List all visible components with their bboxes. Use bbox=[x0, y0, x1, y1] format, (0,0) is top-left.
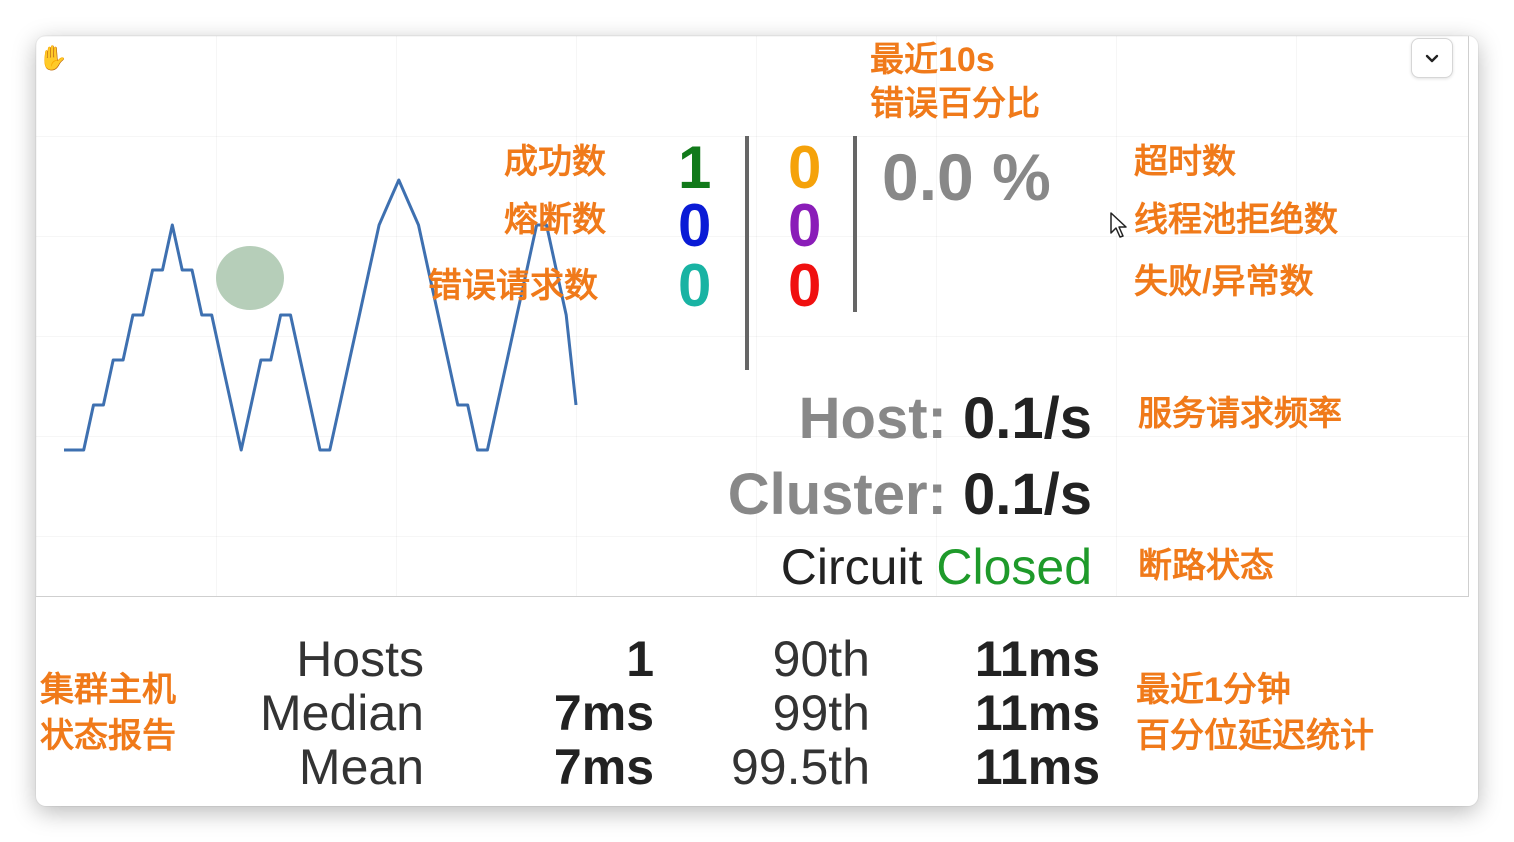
failure-count: 0 bbox=[788, 252, 822, 319]
hystrix-dashboard-window: ✋ 最近10s 错误百分比 成功数 熔断数 错误请求数 1 0 0 0 0 0 … bbox=[36, 36, 1478, 806]
bad-request-count: 0 bbox=[678, 252, 712, 319]
circuit-label: Circuit bbox=[780, 539, 923, 595]
hosts-report-annotation-line2: 状态报告 bbox=[40, 717, 176, 755]
stat-label-right-0: 90th bbox=[772, 631, 870, 687]
cluster-rate-value: 0.1/s bbox=[963, 462, 1092, 527]
rejected-count-annotation: 线程池拒绝数 bbox=[1134, 201, 1338, 239]
arrow-cursor-icon bbox=[1110, 212, 1127, 238]
stat-value-left-1: 7ms bbox=[553, 685, 654, 741]
circuit-state-value: Closed bbox=[936, 539, 1092, 595]
stat-label-right-2: 99.5th bbox=[730, 739, 870, 795]
rejected-count: 0 bbox=[788, 192, 822, 259]
stat-label-right-1: 99th bbox=[772, 685, 870, 741]
error-percentage-value: 0.0 % bbox=[882, 140, 1051, 214]
failure-count-annotation: 失败/异常数 bbox=[1134, 263, 1314, 301]
error-percentage-annotation-line2: 错误百分比 bbox=[870, 85, 1040, 123]
stat-value-right-1: 11ms bbox=[974, 685, 1100, 741]
counter-divider-right bbox=[853, 136, 857, 312]
success-count: 1 bbox=[678, 134, 712, 201]
sparkline-line bbox=[64, 178, 578, 452]
stat-value-left-2: 7ms bbox=[553, 739, 654, 795]
host-rate: Host: 0.1/s bbox=[712, 390, 1092, 448]
chevron-down-icon bbox=[1425, 54, 1439, 63]
stat-value-right-2: 11ms bbox=[974, 739, 1100, 795]
stats-labels-right: 90th 99th 99.5th bbox=[676, 632, 870, 794]
health-circle bbox=[216, 246, 284, 310]
latency-annotation-line2: 百分位延迟统计 bbox=[1136, 717, 1374, 755]
stat-label-left-1: Median bbox=[260, 685, 424, 741]
request-rate-annotation: 服务请求频率 bbox=[1138, 395, 1342, 433]
host-rate-label: Host: bbox=[798, 386, 947, 451]
short-circuited-count: 0 bbox=[678, 192, 712, 259]
success-count-annotation: 成功数 bbox=[504, 143, 606, 181]
counter-divider-left bbox=[745, 136, 749, 370]
stat-label-left-2: Mean bbox=[298, 739, 424, 795]
stats-labels-left: Hosts Median Mean bbox=[226, 632, 424, 794]
cluster-rate: Cluster: 0.1/s bbox=[632, 466, 1092, 524]
host-rate-value: 0.1/s bbox=[963, 386, 1092, 451]
cluster-rate-label: Cluster: bbox=[727, 462, 947, 527]
circuit-status: Circuit Closed bbox=[672, 542, 1092, 592]
short-circuited-count-annotation: 熔断数 bbox=[504, 201, 606, 239]
stats-values-right: 11ms 11ms 11ms bbox=[906, 632, 1100, 794]
timeout-count: 0 bbox=[788, 134, 822, 201]
bad-request-count-annotation: 错误请求数 bbox=[428, 267, 598, 305]
timeout-count-annotation: 超时数 bbox=[1134, 143, 1236, 181]
stat-label-left-0: Hosts bbox=[296, 631, 424, 687]
circuit-state-annotation: 断路状态 bbox=[1138, 547, 1274, 585]
circuit-monitor-panel: ✋ 最近10s 错误百分比 成功数 熔断数 错误请求数 1 0 0 0 0 0 … bbox=[36, 36, 1469, 597]
expand-button[interactable] bbox=[1411, 38, 1453, 78]
hosts-report-annotation-line1: 集群主机 bbox=[40, 671, 176, 709]
hand-cursor-icon: ✋ bbox=[38, 45, 68, 72]
latency-annotation-line1: 最近1分钟 bbox=[1136, 671, 1291, 709]
stat-value-left-0: 1 bbox=[626, 631, 654, 687]
error-percentage-annotation-line1: 最近10s bbox=[870, 41, 995, 79]
stats-values-left: 1 7ms 7ms bbox=[476, 632, 654, 794]
stat-value-right-0: 11ms bbox=[974, 631, 1100, 687]
